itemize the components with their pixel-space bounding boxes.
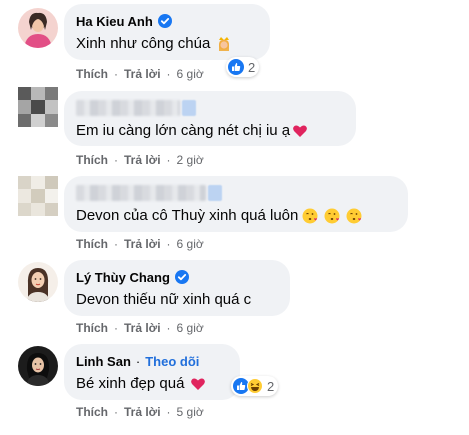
separator: · bbox=[114, 405, 118, 419]
reply-button[interactable]: Trả lời bbox=[124, 405, 161, 419]
like-button[interactable]: Thích bbox=[76, 153, 108, 167]
comment-text: Bé xinh đẹp quá bbox=[76, 374, 228, 394]
comment-text: Devon của cô Thuỳ xinh quá luôn bbox=[76, 206, 396, 226]
separator: · bbox=[166, 67, 171, 81]
comment-bubble: Em iu càng lớn càng nét chị iu ạ bbox=[64, 91, 356, 146]
comment-text: Em iu càng lớn càng nét chị iu ạ bbox=[76, 121, 344, 141]
comment-actions: Thích · Trả lời · 2 giờ bbox=[76, 153, 204, 167]
author-name[interactable]: Lý Thùy Chang bbox=[76, 270, 170, 285]
timestamp[interactable]: 6 giờ bbox=[177, 237, 204, 251]
like-button[interactable]: Thích bbox=[76, 237, 108, 251]
comment-bubble: Lý Thùy Chang Devon thiếu nữ xinh quá c bbox=[64, 260, 290, 316]
separator: · bbox=[114, 237, 118, 251]
timestamp[interactable]: 2 giờ bbox=[177, 153, 204, 167]
reactions-summary[interactable]: 2 bbox=[231, 376, 279, 396]
author-name-blurred[interactable] bbox=[76, 184, 396, 202]
separator: · bbox=[166, 405, 171, 419]
verified-badge-icon bbox=[157, 14, 172, 28]
avatar-ha-kieu-anh[interactable] bbox=[18, 8, 58, 48]
timestamp[interactable]: 6 giờ bbox=[177, 67, 204, 81]
separator: · bbox=[135, 353, 141, 369]
author-name-blurred[interactable] bbox=[76, 99, 344, 117]
avatar-blurred[interactable] bbox=[18, 87, 58, 127]
face-blowing-kiss-icon bbox=[302, 208, 318, 224]
reply-button[interactable]: Trả lời bbox=[124, 321, 161, 335]
reaction-count: 2 bbox=[248, 59, 256, 75]
comment-text: Devon thiếu nữ xinh quá c bbox=[76, 291, 252, 308]
reply-button[interactable]: Trả lời bbox=[124, 153, 161, 167]
comment-bubble: Ha Kieu Anh Xinh như công chúa bbox=[64, 4, 270, 60]
separator: · bbox=[114, 153, 118, 167]
timestamp[interactable]: 5 giờ bbox=[177, 405, 204, 419]
face-blowing-kiss-icon bbox=[324, 208, 340, 224]
like-reaction-icon bbox=[228, 59, 244, 75]
red-heart-emoji-icon bbox=[292, 123, 308, 139]
face-blowing-kiss-icon bbox=[346, 208, 362, 224]
comment-actions: Thích · Trả lời · 6 giờ bbox=[76, 237, 204, 251]
separator: · bbox=[166, 321, 171, 335]
verified-badge-icon bbox=[174, 270, 189, 284]
reply-button[interactable]: Trả lời bbox=[124, 237, 161, 251]
timestamp[interactable]: 6 giờ bbox=[177, 321, 204, 335]
reply-button[interactable]: Trả lời bbox=[124, 67, 161, 81]
red-heart-emoji-icon bbox=[190, 376, 206, 392]
comment-bubble: Devon của cô Thuỳ xinh quá luôn bbox=[64, 176, 408, 232]
separator: · bbox=[166, 153, 171, 167]
comment-actions: Thích · Trả lời · 6 giờ bbox=[76, 67, 204, 81]
comment-actions: Thích · Trả lời · 5 giờ bbox=[76, 405, 204, 419]
follow-button[interactable]: Theo dõi bbox=[145, 354, 199, 369]
princess-emoji-icon bbox=[216, 36, 232, 52]
haha-reaction-icon bbox=[247, 378, 263, 394]
comment-text: Xinh như công chúa bbox=[76, 34, 258, 54]
like-button[interactable]: Thích bbox=[76, 405, 108, 419]
separator: · bbox=[114, 67, 118, 81]
separator: · bbox=[166, 237, 171, 251]
reactions-summary[interactable]: 2 bbox=[226, 57, 260, 77]
separator: · bbox=[114, 321, 118, 335]
like-button[interactable]: Thích bbox=[76, 67, 108, 81]
author-name[interactable]: Ha Kieu Anh bbox=[76, 14, 153, 29]
avatar-blurred[interactable] bbox=[18, 176, 58, 216]
like-button[interactable]: Thích bbox=[76, 321, 108, 335]
avatar-ly-thuy-chang[interactable] bbox=[18, 262, 58, 302]
comment-actions: Thích · Trả lời · 6 giờ bbox=[76, 321, 204, 335]
avatar-linh-san[interactable] bbox=[18, 346, 58, 386]
reaction-count: 2 bbox=[267, 378, 275, 394]
author-name[interactable]: Linh San bbox=[76, 354, 131, 369]
comment-bubble: Linh San · Theo dõi Bé xinh đẹp quá bbox=[64, 344, 240, 400]
